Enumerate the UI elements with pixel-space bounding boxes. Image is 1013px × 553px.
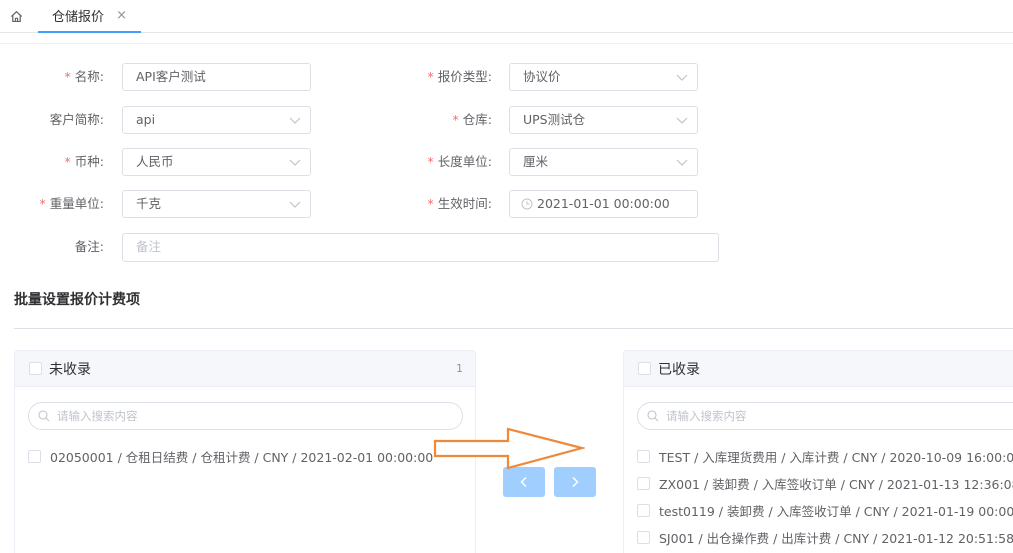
customer-short-label: 客户简称: <box>49 112 104 127</box>
search-icon <box>647 410 659 422</box>
search-icon <box>38 410 50 422</box>
remark-label: 备注: <box>74 239 104 254</box>
item-checkbox[interactable] <box>637 449 650 463</box>
panel-title: 已收录 <box>658 361 700 378</box>
currency-select[interactable]: 人民币 <box>122 148 311 176</box>
tab-warehouse-quote[interactable]: 仓储报价 × <box>38 0 141 33</box>
length-unit-label: * 长度单位: <box>427 154 492 169</box>
name-label: * 名称: <box>64 69 104 84</box>
search-input[interactable]: 请输入搜索内容 <box>637 402 1013 430</box>
panel-header: 已收录 <box>624 351 1013 387</box>
length-unit-select[interactable]: 厘米 <box>509 148 698 176</box>
effective-time-label: * 生效时间: <box>427 196 492 211</box>
list-item[interactable]: test0119 / 装卸费 / 入库签收订单 / CNY / 2021-01-… <box>637 500 1013 520</box>
list-item[interactable]: ZX001 / 装卸费 / 入库签收订单 / CNY / 2021-01-13 … <box>637 473 1013 493</box>
search-input[interactable]: 请输入搜索内容 <box>28 402 463 430</box>
name-input[interactable]: API客户测试 <box>122 63 311 91</box>
select-all-checkbox[interactable] <box>638 362 651 375</box>
effective-time-picker[interactable]: 2021-01-01 00:00:00 <box>509 190 698 218</box>
section-title: 批量设置报价计费项 <box>14 292 140 308</box>
tab-content-divider <box>0 43 1013 44</box>
tab-bar: 仓储报价 × <box>0 0 1013 33</box>
chevron-left-icon <box>520 476 527 488</box>
list-item[interactable]: TEST / 入库理货费用 / 入库计费 / CNY / 2020-10-09 … <box>637 446 1013 466</box>
panel-header: 未收录 1 <box>15 351 475 387</box>
transfer-panel-right: 已收录 请输入搜索内容 TEST / 入库理货费用 / 入库计费 / CNY /… <box>623 350 1013 553</box>
panel-count: 1 <box>456 362 463 375</box>
currency-label: * 币种: <box>64 154 104 169</box>
home-icon <box>10 10 22 23</box>
clock-icon <box>521 198 533 210</box>
select-all-checkbox[interactable] <box>29 362 42 375</box>
warehouse-select[interactable]: UPS测试仓 <box>509 106 698 134</box>
tab-label: 仓储报价 <box>52 10 105 25</box>
chevron-down-icon <box>289 159 301 166</box>
remark-input[interactable]: 备注 <box>122 233 719 262</box>
quote-type-select[interactable]: 协议价 <box>509 63 698 91</box>
list-item[interactable]: 02050001 / 仓租日结费 / 仓租计费 / CNY / 2021-02-… <box>28 446 433 466</box>
transfer-panel-left: 未收录 1 请输入搜索内容 02050001 / 仓租日结费 / 仓租计费 / … <box>14 350 476 553</box>
customer-short-select[interactable]: api <box>122 106 311 134</box>
chevron-right-icon <box>572 476 579 488</box>
section-divider <box>14 328 1013 329</box>
chevron-down-icon <box>676 117 688 124</box>
panel-title: 未收录 <box>49 361 91 378</box>
quote-type-label: * 报价类型: <box>427 69 492 84</box>
item-checkbox[interactable] <box>637 476 650 490</box>
chevron-down-icon <box>289 117 301 124</box>
item-checkbox[interactable] <box>28 449 41 463</box>
weight-unit-label: * 重量单位: <box>39 196 104 211</box>
chevron-down-icon <box>676 74 688 81</box>
chevron-down-icon <box>676 159 688 166</box>
warehouse-label: * 仓库: <box>452 112 492 127</box>
weight-unit-select[interactable]: 千克 <box>122 190 311 218</box>
item-checkbox[interactable] <box>637 530 650 544</box>
chevron-down-icon <box>289 201 301 208</box>
list-item[interactable]: SJ001 / 出仓操作费 / 出库计费 / CNY / 2021-01-12 … <box>637 527 1013 547</box>
home-button[interactable] <box>0 0 32 33</box>
annotation-arrow-icon <box>433 427 585 470</box>
tab-close-icon[interactable]: × <box>116 8 127 23</box>
item-checkbox[interactable] <box>637 503 650 517</box>
